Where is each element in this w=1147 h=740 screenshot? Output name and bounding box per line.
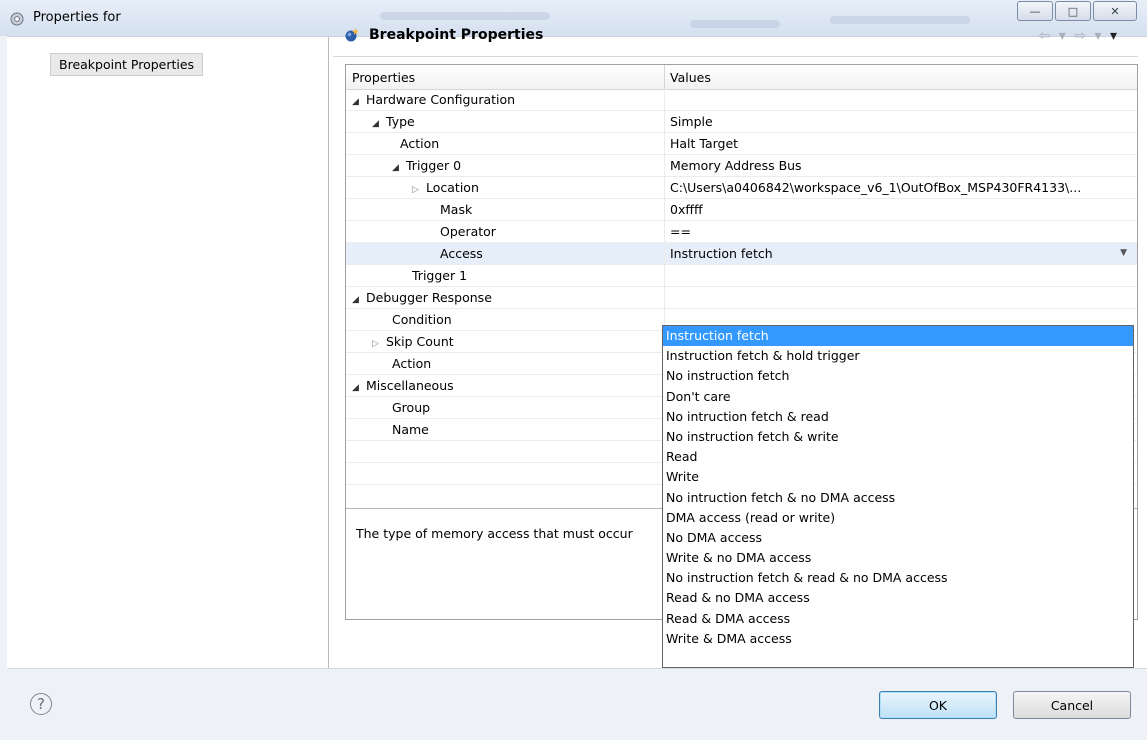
dropdown-option-selected[interactable]: Instruction fetch	[663, 326, 1133, 347]
ok-button[interactable]: OK	[879, 691, 997, 719]
row-value: Simple	[670, 114, 713, 129]
row-value: Memory Address Bus	[670, 158, 802, 173]
properties-gear-icon	[10, 12, 24, 26]
dropdown-option[interactable]: Write	[663, 467, 1133, 487]
dropdown-option[interactable]: DMA access (read or write)	[663, 508, 1133, 528]
dropdown-option[interactable]: No instruction fetch & read & no DMA acc…	[663, 568, 1133, 588]
expanded-triangle-icon[interactable]: ◢	[372, 119, 386, 129]
access-dropdown-list[interactable]: Instruction fetch Instruction fetch & ho…	[662, 325, 1134, 668]
row-label: Skip Count	[386, 334, 454, 349]
dropdown-option[interactable]: Read & no DMA access	[663, 588, 1133, 608]
row-label: Condition	[392, 312, 452, 327]
column-divider[interactable]	[664, 65, 665, 89]
table-row[interactable]: ◢ Debugger Response	[346, 287, 1137, 309]
cancel-button[interactable]: Cancel	[1013, 691, 1131, 719]
nav-item-breakpoint-properties[interactable]: Breakpoint Properties	[50, 53, 204, 76]
dropdown-arrow-icon[interactable]: ▼	[1120, 248, 1127, 258]
header-divider	[333, 56, 1138, 57]
page-header: Breakpoint Properties ⇦ ▾ ⇨ ▾ ▾	[333, 18, 1133, 52]
row-label: Mask	[440, 202, 473, 217]
table-row[interactable]: Action Halt Target	[346, 133, 1137, 155]
row-label: Location	[426, 180, 479, 195]
row-label: Action	[392, 356, 432, 371]
page-title: Breakpoint Properties	[369, 27, 544, 43]
help-icon[interactable]: ?	[30, 693, 52, 715]
row-value: C:\Users\a0406842\workspace_v6_1\OutOfBo…	[670, 180, 1082, 195]
dialog-footer: ? OK Cancel	[7, 668, 1147, 735]
table-header: Properties Values	[346, 65, 1137, 90]
collapsed-triangle-icon[interactable]: ▷	[412, 185, 426, 195]
dropdown-option[interactable]: No intruction fetch & no DMA access	[663, 488, 1133, 508]
table-row[interactable]: ▷ Location C:\Users\a0406842\workspace_v6…	[346, 177, 1137, 199]
table-row[interactable]: Trigger 1	[346, 265, 1137, 287]
dropdown-option[interactable]: No instruction fetch	[663, 366, 1133, 386]
value-cell	[664, 199, 1138, 220]
value-cell	[664, 111, 1138, 132]
expanded-triangle-icon[interactable]: ◢	[392, 163, 406, 173]
row-value: ==	[670, 224, 691, 239]
row-label: Trigger 0	[406, 158, 462, 173]
dropdown-option[interactable]: Don't care	[663, 387, 1133, 407]
row-value: Halt Target	[670, 136, 739, 151]
value-cell	[664, 287, 1138, 308]
value-cell	[664, 221, 1138, 242]
row-label: Trigger 1	[412, 268, 468, 283]
dropdown-option[interactable]: Read & DMA access	[663, 609, 1133, 629]
row-label: Debugger Response	[366, 290, 492, 305]
row-label: Operator	[440, 224, 496, 239]
value-cell	[664, 265, 1138, 286]
dropdown-option[interactable]: No instruction fetch & write	[663, 427, 1133, 447]
table-row[interactable]: ◢ Type Simple	[346, 111, 1137, 133]
row-label: Access	[440, 246, 483, 261]
forward-arrow-icon[interactable]: ⇨ ▾	[1074, 28, 1103, 44]
row-label: Miscellaneous	[366, 378, 454, 393]
property-description: The type of memory access that must occu…	[356, 526, 633, 541]
window-title: Properties for	[33, 10, 121, 25]
dropdown-option[interactable]: Write & DMA access	[663, 629, 1133, 649]
expanded-triangle-icon[interactable]: ◢	[352, 97, 366, 107]
row-label: Hardware Configuration	[366, 92, 516, 107]
dropdown-option[interactable]: No DMA access	[663, 528, 1133, 548]
expanded-triangle-icon[interactable]: ◢	[352, 383, 366, 393]
column-header-properties[interactable]: Properties	[352, 70, 415, 85]
table-row[interactable]: ◢ Trigger 0 Memory Address Bus	[346, 155, 1137, 177]
back-arrow-icon[interactable]: ⇦ ▾	[1039, 28, 1068, 44]
expanded-triangle-icon[interactable]: ◢	[352, 295, 366, 305]
page-navigation: ⇦ ▾ ⇨ ▾ ▾	[1039, 28, 1119, 44]
table-row-selected[interactable]: Access Instruction fetch ▼	[346, 243, 1137, 265]
access-combo-value[interactable]: Instruction fetch	[670, 246, 773, 261]
dropdown-option[interactable]: Instruction fetch & hold trigger	[663, 346, 1133, 366]
property-page-nav: Breakpoint Properties	[7, 37, 329, 668]
table-row[interactable]: ◢ Hardware Configuration	[346, 89, 1137, 111]
table-row[interactable]: Mask 0xffff	[346, 199, 1137, 221]
row-label: Group	[392, 400, 431, 415]
column-header-values[interactable]: Values	[670, 70, 711, 85]
row-label: Action	[400, 136, 440, 151]
dropdown-option[interactable]: No intruction fetch & read	[663, 407, 1133, 427]
breakpoint-icon	[345, 28, 359, 42]
dropdown-option[interactable]: Write & no DMA access	[663, 548, 1133, 568]
table-row[interactable]: Operator ==	[346, 221, 1137, 243]
collapsed-triangle-icon[interactable]: ▷	[372, 339, 386, 349]
view-menu-icon[interactable]: ▾	[1110, 28, 1119, 44]
dropdown-option[interactable]: Read	[663, 447, 1133, 467]
row-label: Type	[386, 114, 415, 129]
row-label: Name	[392, 422, 429, 437]
value-cell	[664, 89, 1138, 110]
row-value: 0xffff	[670, 202, 703, 217]
